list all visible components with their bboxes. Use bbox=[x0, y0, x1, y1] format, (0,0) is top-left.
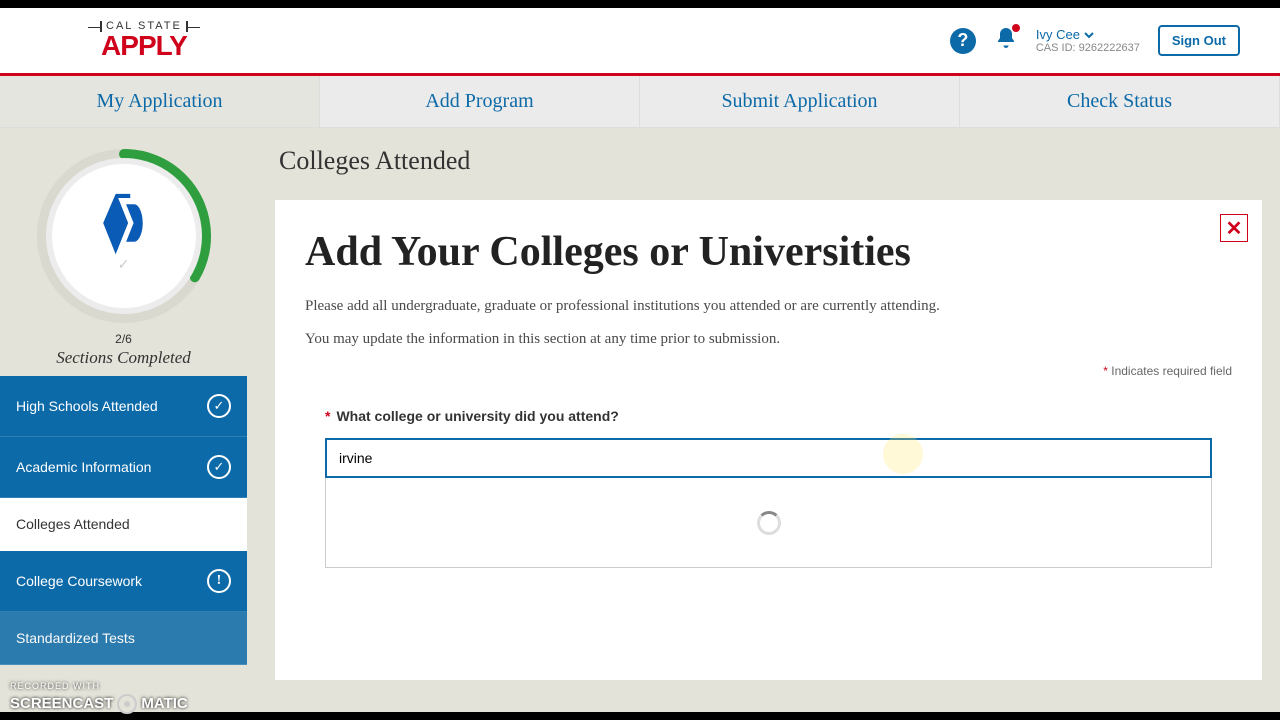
tab-check-status[interactable]: Check Status bbox=[960, 76, 1280, 127]
progress-count: 2/6 bbox=[0, 332, 247, 346]
user-menu[interactable]: Ivy Cee bbox=[1036, 27, 1140, 42]
sidebar-item-colleges-attended[interactable]: Colleges Attended bbox=[0, 498, 247, 551]
notifications-icon[interactable] bbox=[994, 26, 1018, 55]
intro-text-1: Please add all undergraduate, graduate o… bbox=[305, 298, 1232, 315]
sidebar-item-label: Academic Information bbox=[16, 459, 151, 475]
college-search-input[interactable] bbox=[325, 438, 1212, 478]
sidebar-item-high-schools[interactable]: High Schools Attended ✓ bbox=[0, 376, 247, 437]
record-icon bbox=[117, 694, 137, 714]
tab-add-program[interactable]: Add Program bbox=[320, 76, 640, 127]
intro-text-2: You may update the information in this s… bbox=[305, 331, 1232, 348]
main-nav: My Application Add Program Submit Applic… bbox=[0, 76, 1280, 128]
letterbox-top bbox=[0, 0, 1280, 8]
logo-top-text: CAL STATE bbox=[100, 21, 188, 32]
content-card: ✕ Add Your Colleges or Universities Plea… bbox=[275, 200, 1262, 680]
screencast-watermark: RECORDED WITH SCREENCAST MATIC bbox=[10, 680, 188, 714]
sidebar-item-label: College Coursework bbox=[16, 573, 142, 589]
logo[interactable]: CAL STATE APPLY bbox=[100, 21, 188, 60]
check-icon: ✓ bbox=[207, 455, 231, 479]
sidebar-item-standardized-tests[interactable]: Standardized Tests bbox=[0, 612, 247, 665]
sidebar-item-college-coursework[interactable]: College Coursework ! bbox=[0, 551, 247, 612]
required-field-note: * Indicates required field bbox=[305, 364, 1232, 378]
app-header: CAL STATE APPLY ? Ivy Cee CAS ID: 926222… bbox=[0, 8, 1280, 76]
check-icon: ✓ bbox=[207, 394, 231, 418]
user-name-text: Ivy Cee bbox=[1036, 27, 1080, 42]
sidebar-item-label: Standardized Tests bbox=[16, 630, 135, 646]
sign-out-button[interactable]: Sign Out bbox=[1158, 25, 1240, 56]
sidebar: ✓ 2/6 Sections Completed High Schools At… bbox=[0, 128, 247, 712]
notification-dot bbox=[1012, 24, 1020, 32]
loading-spinner-icon bbox=[757, 511, 781, 535]
logo-bottom-text: APPLY bbox=[101, 32, 187, 60]
tab-my-application[interactable]: My Application bbox=[0, 76, 320, 127]
college-question-label: *What college or university did you atte… bbox=[325, 408, 1212, 424]
close-button[interactable]: ✕ bbox=[1220, 214, 1248, 242]
graduation-cap-icon bbox=[89, 198, 159, 253]
page-title: Colleges Attended bbox=[275, 128, 1262, 200]
alert-icon: ! bbox=[207, 569, 231, 593]
sidebar-item-label: High Schools Attended bbox=[16, 398, 158, 414]
card-heading: Add Your Colleges or Universities bbox=[305, 228, 1232, 276]
help-icon[interactable]: ? bbox=[950, 28, 976, 54]
check-icon: ✓ bbox=[118, 257, 130, 274]
progress-label: Sections Completed bbox=[0, 348, 247, 368]
progress-ring: ✓ bbox=[34, 146, 214, 326]
sidebar-item-academic-info[interactable]: Academic Information ✓ bbox=[0, 437, 247, 498]
autocomplete-dropdown bbox=[325, 478, 1212, 568]
sidebar-item-label: Colleges Attended bbox=[16, 516, 130, 532]
letterbox-bottom bbox=[0, 712, 1280, 720]
tab-submit-application[interactable]: Submit Application bbox=[640, 76, 960, 127]
chevron-down-icon bbox=[1084, 30, 1094, 40]
cas-id-label: CAS ID: 9262222637 bbox=[1036, 42, 1140, 54]
